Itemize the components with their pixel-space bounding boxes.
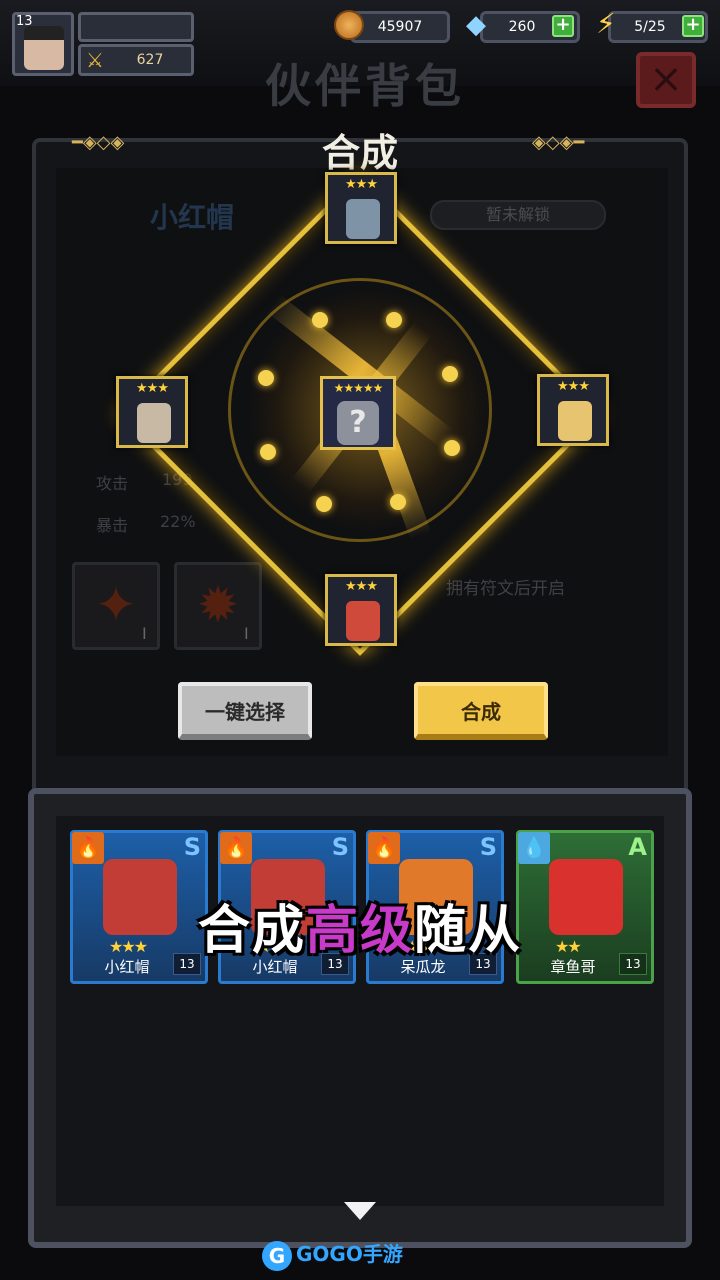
result-stars: ★★★★★ xyxy=(333,381,384,395)
penguin-sprite xyxy=(346,199,380,239)
material-slot-bottom[interactable]: ★★★ xyxy=(325,574,397,646)
stat-label-attack: 攻击 xyxy=(96,474,129,493)
lightning-icon: ⚡ xyxy=(596,7,616,40)
synthesize-button[interactable]: 合成 xyxy=(414,682,548,740)
gogo-logo-icon: G xyxy=(262,1240,292,1271)
rune-slot-1[interactable]: ✦ xyxy=(72,562,160,650)
add-energy-button[interactable]: + xyxy=(682,15,704,37)
gem-value: 260 xyxy=(508,19,536,35)
rank-badge: S xyxy=(479,833,497,861)
rank-badge: S xyxy=(331,833,349,861)
caption-part1: 合成 xyxy=(197,901,306,961)
lock-badge: 暂未解锁 xyxy=(430,200,606,230)
warrior-sprite xyxy=(558,401,592,441)
gem-icon: ◆ xyxy=(466,10,486,40)
player-power: 627 xyxy=(136,52,164,68)
player-level: 13 xyxy=(16,14,33,29)
rune-unlock-note: 拥有符文后开启 xyxy=(446,579,565,599)
fire-icon: 🔥 xyxy=(368,832,400,864)
slot-stars: ★★★ xyxy=(345,177,378,192)
knight-sprite xyxy=(137,403,171,443)
auto-select-button[interactable]: 一键选择 xyxy=(178,682,312,740)
avatar-face xyxy=(24,26,64,70)
page-title: 伙伴背包 xyxy=(265,59,465,113)
water-drop-icon: 💧 xyxy=(518,832,550,864)
circle-node xyxy=(260,444,276,460)
scroll-down-arrow[interactable] xyxy=(344,1202,376,1220)
slot-stars: ★★★ xyxy=(136,381,169,396)
slot-stars: ★★★ xyxy=(557,379,590,394)
question-icon: ? xyxy=(337,401,379,445)
player-name-bar xyxy=(78,12,194,42)
result-slot: ★★★★★ ? xyxy=(320,376,396,450)
energy-value: 5/25 xyxy=(634,19,666,35)
video-caption: 合成高级随从 xyxy=(0,888,720,963)
rank-badge: A xyxy=(628,833,647,861)
circle-node xyxy=(390,494,406,510)
material-slot-top[interactable]: ★★★ xyxy=(325,172,397,244)
rune-slot-2[interactable]: ✹ xyxy=(174,562,262,650)
title-deco-left: ━◈◇◈ xyxy=(72,132,125,153)
circle-node xyxy=(316,496,332,512)
close-button[interactable]: × xyxy=(636,52,696,108)
add-gems-button[interactable]: + xyxy=(552,15,574,37)
fire-icon: 🔥 xyxy=(220,832,252,864)
stat-value-crit: 22% xyxy=(160,512,196,531)
circle-node xyxy=(312,312,328,328)
material-slot-left[interactable]: ★★★ xyxy=(116,376,188,448)
close-icon: × xyxy=(649,56,683,102)
rank-badge: S xyxy=(183,833,201,861)
chicken-sprite xyxy=(346,601,380,641)
stat-label-crit: 暴击 xyxy=(96,516,129,535)
circle-node xyxy=(444,440,460,456)
rune-level-1: I xyxy=(142,624,147,643)
synthesis-title: 合成 xyxy=(321,131,398,175)
character-name-faded: 小红帽 xyxy=(150,201,235,234)
circle-node xyxy=(258,370,274,386)
slot-stars: ★★★ xyxy=(345,579,378,594)
circle-node xyxy=(386,312,402,328)
caption-part3: 随从 xyxy=(414,901,523,961)
caption-highlight: 高级 xyxy=(305,901,414,961)
swords-icon: ⚔ xyxy=(86,48,104,72)
coin-value: 45907 xyxy=(377,19,423,35)
fire-icon: 🔥 xyxy=(72,832,104,864)
watermark: GGOGO手游网 xyxy=(262,1236,412,1280)
coin-counter: 45907 xyxy=(350,11,450,43)
coin-icon xyxy=(334,10,364,40)
circle-node xyxy=(442,366,458,382)
title-deco-right: ◈◇◈━ xyxy=(532,132,585,153)
rune-level-2: I xyxy=(244,624,249,643)
material-slot-right[interactable]: ★★★ xyxy=(537,374,609,446)
